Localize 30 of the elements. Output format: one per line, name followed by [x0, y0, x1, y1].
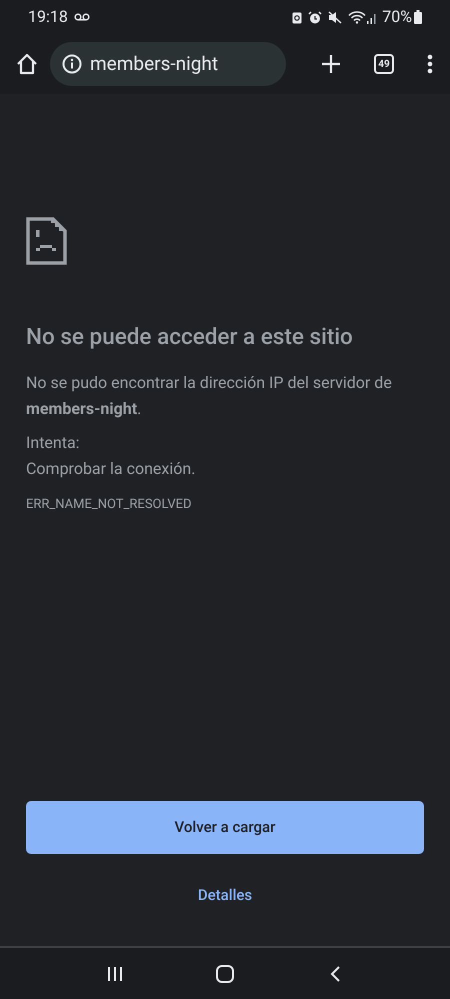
home-button[interactable] [16, 53, 38, 75]
back-icon [330, 966, 340, 982]
more-vertical-icon [427, 54, 433, 74]
clock-time: 19:18 [28, 6, 68, 28]
info-icon [62, 54, 82, 74]
new-tab-button[interactable] [320, 53, 342, 75]
error-title: No se puede acceder a este sitio [26, 323, 354, 352]
tab-count-button[interactable]: 49 [374, 54, 394, 74]
try-label: Intenta: [26, 432, 81, 454]
address-bar[interactable]: members-night [50, 42, 286, 86]
voicemail-icon [74, 13, 90, 21]
sad-page-icon [26, 217, 67, 265]
menu-button[interactable] [426, 54, 434, 74]
rounded-square-icon [216, 964, 234, 982]
error-code: ERR_NAME_NOT_RESOLVED [26, 496, 193, 514]
home-icon [16, 53, 38, 75]
battery-percentage: 70% [382, 6, 412, 28]
recent-apps-icon [107, 966, 123, 982]
url-text: members-night [90, 50, 218, 77]
home-nav-button[interactable] [215, 964, 235, 984]
details-link[interactable]: Detalles [198, 884, 252, 906]
plus-icon [321, 54, 341, 74]
battery-saver-icon [292, 10, 302, 24]
wifi-icon [348, 10, 366, 24]
battery-icon [414, 10, 422, 24]
alarm-icon [308, 10, 322, 24]
reload-button[interactable]: Volver a cargar [26, 800, 424, 854]
mute-icon [328, 10, 342, 24]
error-message: No se pudo encontrar la dirección IP del servidor de members-night. [26, 372, 393, 420]
suggestion-text: Comprobar la conexión. [26, 458, 196, 480]
